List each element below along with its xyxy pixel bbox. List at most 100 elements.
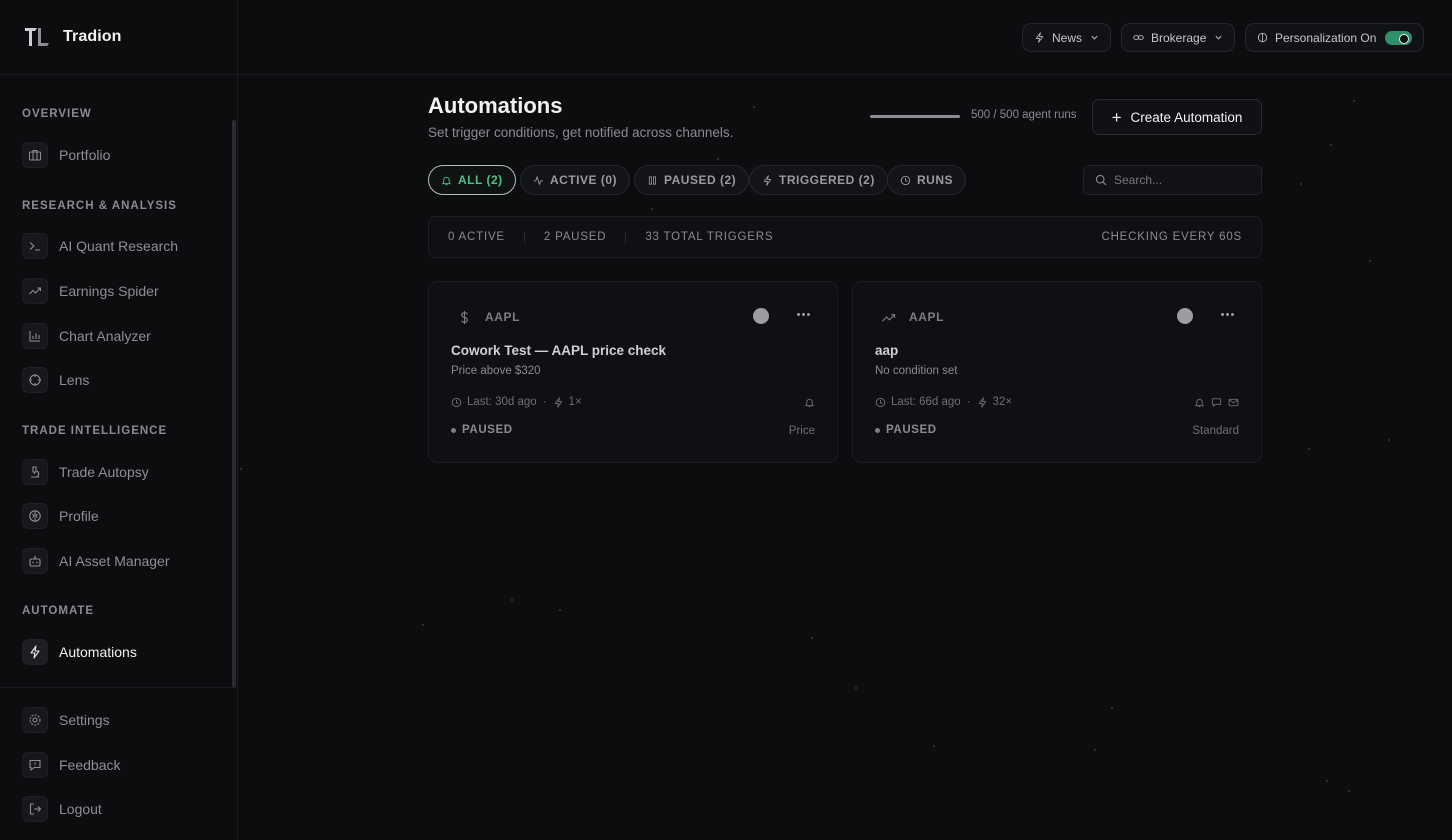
sidebar-item-feedback[interactable]: Feedback <box>22 751 222 779</box>
tab-runs-label: RUNS <box>917 173 954 187</box>
brokerage-dropdown[interactable]: Brokerage <box>1121 23 1236 52</box>
tab-all[interactable]: ALL (2) <box>428 165 516 195</box>
sidebar-item-label: Trade Autopsy <box>59 464 149 480</box>
sidebar-item-ai-asset-manager[interactable]: AI Asset Manager <box>22 547 222 575</box>
brand[interactable]: Tradion <box>0 0 238 75</box>
sidebar-item-chart-analyzer[interactable]: Chart Analyzer <box>22 322 222 350</box>
card-status-label: PAUSED <box>462 424 513 436</box>
background-star <box>1300 183 1302 185</box>
briefcase-icon <box>22 142 48 168</box>
sidebar-item-label: Automations <box>59 644 137 660</box>
card-kind: Standard <box>1192 425 1239 437</box>
card-status-label: PAUSED <box>886 424 937 436</box>
brand-name: Tradion <box>63 28 122 45</box>
card-ticker: AAPL <box>909 310 945 324</box>
tab-paused[interactable]: PAUSED (2) <box>634 165 750 195</box>
card-status-toggle[interactable] <box>753 308 769 324</box>
stat-paused: 2 PAUSED <box>525 231 627 243</box>
sidebar-item-label: Feedback <box>59 757 121 773</box>
terminal-icon <box>22 233 48 259</box>
sidebar-item-logout[interactable]: Logout <box>22 795 222 823</box>
background-star <box>1388 439 1390 441</box>
clock-icon <box>875 397 886 407</box>
trend-up-icon <box>22 278 48 304</box>
news-dropdown[interactable]: News <box>1022 23 1112 52</box>
background-star <box>559 609 561 611</box>
search-input[interactable] <box>1114 173 1254 187</box>
card-channels <box>798 397 815 408</box>
more-options-icon[interactable] <box>1219 304 1235 324</box>
trend-up-icon <box>875 304 901 330</box>
background-star <box>1353 100 1355 102</box>
background-star <box>1326 780 1328 782</box>
sidebar-item-trade-autopsy[interactable]: Trade Autopsy <box>22 458 222 486</box>
sidebar-item-profile[interactable]: Profile <box>22 502 222 530</box>
tab-active[interactable]: ACTIVE (0) <box>520 165 631 195</box>
sidebar-item-label: Lens <box>59 372 90 388</box>
card-title: aap <box>875 343 899 358</box>
sidebar-scrollbar[interactable] <box>232 120 236 687</box>
brokerage-label: Brokerage <box>1151 30 1207 45</box>
plus-icon: + <box>1111 107 1122 127</box>
brain-icon <box>1257 32 1268 43</box>
sidebar-item-portfolio[interactable]: Portfolio <box>22 141 222 169</box>
sidebar-item-label: Portfolio <box>59 147 111 163</box>
bot-icon <box>22 548 48 574</box>
top-bar: News Brokerage Personalization On <box>238 0 1452 75</box>
lightning-icon <box>22 639 48 665</box>
tab-all-label: ALL (2) <box>458 173 503 187</box>
bell-icon <box>441 176 452 185</box>
background-star <box>651 208 653 210</box>
separator-dot: · <box>966 396 971 408</box>
automation-card[interactable]: AAPL aap No condition set Last: 66d ago … <box>852 281 1262 463</box>
section-research: RESEARCH & ANALYSIS <box>22 200 177 212</box>
sidebar-item-earnings-spider[interactable]: Earnings Spider <box>22 277 222 305</box>
card-trigger-count: 1× <box>568 396 582 408</box>
sidebar-item-lens[interactable]: Lens <box>22 366 222 394</box>
message-square-icon <box>22 752 48 778</box>
background-star <box>240 468 242 470</box>
clock-icon <box>900 175 911 185</box>
sidebar-item-label: Profile <box>59 508 99 524</box>
personalization-label: Personalization On <box>1275 30 1377 45</box>
background-star <box>422 624 424 626</box>
automation-card[interactable]: AAPL Cowork Test — AAPL price check Pric… <box>428 281 838 463</box>
chevron-down-icon <box>1091 35 1098 40</box>
tab-triggered[interactable]: TRIGGERED (2) <box>749 165 888 195</box>
sidebar-divider <box>0 687 238 688</box>
page-title: Automations <box>428 93 563 118</box>
sidebar-item-automations[interactable]: Automations <box>22 638 222 666</box>
more-options-icon[interactable] <box>795 304 811 324</box>
card-status-toggle[interactable] <box>1177 308 1193 324</box>
background-star <box>1348 790 1350 792</box>
search-box[interactable] <box>1083 165 1262 195</box>
personalization-toggle-pill[interactable]: Personalization On <box>1245 23 1425 52</box>
background-star <box>753 106 755 108</box>
sidebar-item-label: Settings <box>59 712 110 728</box>
personalization-toggle[interactable] <box>1385 30 1413 45</box>
mail-icon <box>1228 398 1239 407</box>
bell-icon <box>804 398 815 408</box>
sidebar-item-settings[interactable]: Settings <box>22 706 222 734</box>
section-overview: OVERVIEW <box>22 108 92 120</box>
create-automation-button[interactable]: + Create Automation <box>1092 99 1262 135</box>
app-root: Tradion OVERVIEW Portfolio RESEARCH & AN… <box>0 0 1452 840</box>
card-status: PAUSED <box>451 424 513 436</box>
card-trigger-count: 32× <box>992 396 1013 408</box>
sidebar: Tradion OVERVIEW Portfolio RESEARCH & AN… <box>0 0 238 840</box>
logout-icon <box>22 796 48 822</box>
background-star <box>717 158 719 160</box>
stat-total-triggers: 33 TOTAL TRIGGERS <box>645 231 774 243</box>
gear-icon <box>22 707 48 733</box>
microscope-icon <box>22 459 48 485</box>
lightning-icon <box>763 174 772 186</box>
dollar-icon <box>451 304 477 330</box>
sidebar-item-ai-quant-research[interactable]: AI Quant Research <box>22 232 222 260</box>
sidebar-item-label: AI Asset Manager <box>59 553 170 569</box>
tab-runs[interactable]: RUNS <box>887 165 967 195</box>
bar-chart-icon <box>22 323 48 349</box>
background-star <box>1330 144 1332 146</box>
status-dot <box>451 427 456 433</box>
card-meta: Last: 66d ago · 32× <box>875 396 1012 408</box>
card-ticker: AAPL <box>485 310 521 324</box>
